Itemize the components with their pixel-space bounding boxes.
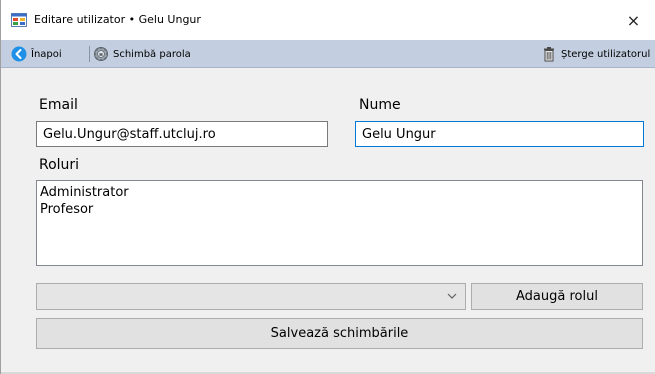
name-field[interactable] <box>355 121 644 147</box>
role-select[interactable] <box>36 283 466 310</box>
save-changes-button[interactable]: Salvează schimbările <box>36 318 643 349</box>
trash-icon <box>544 47 554 62</box>
change-password-label: Schimbă parola <box>113 48 191 60</box>
roles-label: Roluri <box>39 157 80 173</box>
email-field[interactable] <box>36 121 328 147</box>
toolbar: Înapoi Schimbă parola Șterge utilizatoru… <box>1 40 655 68</box>
window-title: Editare utilizator • Gelu Ungur <box>34 13 201 26</box>
add-role-button[interactable]: Adaugă rolul <box>471 283 643 310</box>
change-password-button[interactable]: Schimbă parola <box>93 44 191 64</box>
edit-user-window: Editare utilizator • Gelu Ungur × Înapoi… <box>0 0 655 374</box>
list-item[interactable]: Administrator <box>40 184 639 201</box>
close-button[interactable]: × <box>611 5 655 35</box>
back-button[interactable]: Înapoi <box>11 44 62 64</box>
name-label: Nume <box>359 97 401 113</box>
gear-lock-icon <box>94 47 108 61</box>
app-window-icon <box>11 13 27 27</box>
delete-user-label: Șterge utilizatorul <box>561 48 651 60</box>
back-button-label: Înapoi <box>31 48 62 60</box>
delete-user-button[interactable]: Șterge utilizatorul <box>541 44 650 64</box>
email-label: Email <box>39 97 78 113</box>
chevron-down-icon <box>447 293 457 299</box>
roles-listbox[interactable]: Administrator Profesor <box>36 180 643 266</box>
title-bar: Editare utilizator • Gelu Ungur × <box>1 0 655 40</box>
toolbar-separator <box>89 46 90 62</box>
back-arrow-icon <box>11 46 27 62</box>
list-item[interactable]: Profesor <box>40 201 639 218</box>
